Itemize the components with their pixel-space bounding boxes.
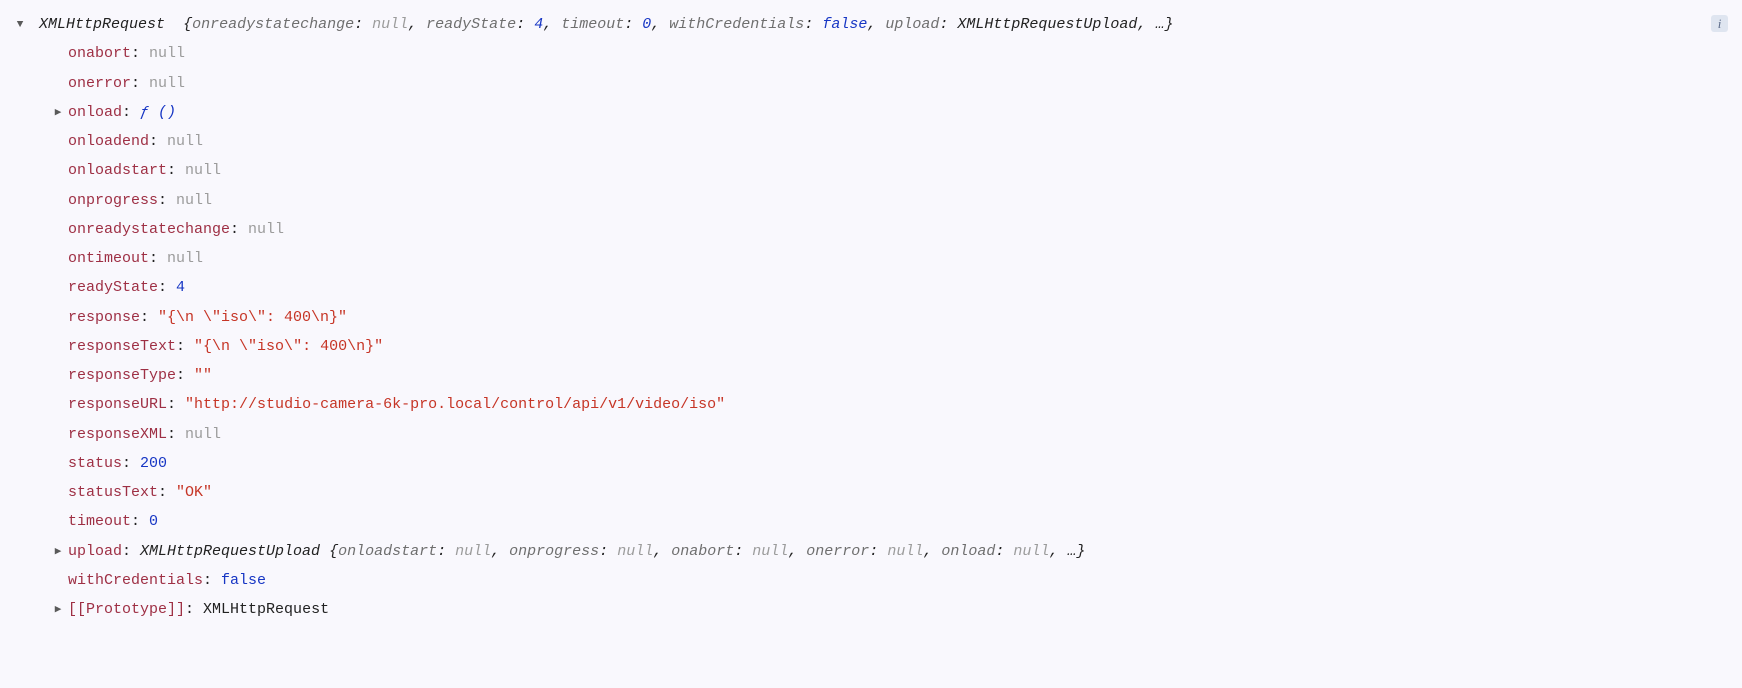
prop-onloadend[interactable]: onloadend: null (14, 127, 1728, 156)
object-header-row[interactable]: ▼ XMLHttpRequest {onreadystatechange: nu… (14, 10, 1728, 39)
prop-ontimeout[interactable]: ontimeout: null (14, 244, 1728, 273)
prop-key: ontimeout (68, 250, 149, 267)
prop-key: responseXML (68, 426, 167, 443)
prop-onload[interactable]: ▶onload: ƒ () (14, 98, 1728, 127)
prop-value: "{\n \"iso\": 400\n}" (158, 309, 347, 326)
prop-value: false (221, 572, 266, 589)
prop-value: null (176, 192, 212, 209)
prop-key: timeout (68, 513, 131, 530)
object-preview: {onreadystatechange: null, readyState: 4… (174, 16, 1173, 33)
prop-timeout[interactable]: timeout: 0 (14, 507, 1728, 536)
prop-value: "http://studio-camera-6k-pro.local/contr… (185, 396, 725, 413)
prop-value: "" (194, 367, 212, 384)
prop-onabort[interactable]: onabort: null (14, 39, 1728, 68)
prop-key: upload (68, 543, 122, 560)
prop-value: ƒ () (140, 104, 176, 121)
prop-value: 4 (176, 279, 185, 296)
prop-value: null (185, 426, 221, 443)
prop-onprogress[interactable]: onprogress: null (14, 186, 1728, 215)
prop-value: "OK" (176, 484, 212, 501)
prop-key: onload (68, 104, 122, 121)
prop-key: onabort (68, 45, 131, 62)
prop-status[interactable]: status: 200 (14, 449, 1728, 478)
prop-value: null (167, 250, 203, 267)
object-preview: XMLHttpRequestUpload {onloadstart: null,… (140, 543, 1085, 560)
prop-key: onloadend (68, 133, 149, 150)
prop-key: [[Prototype]] (68, 601, 185, 618)
prop-onerror[interactable]: onerror: null (14, 69, 1728, 98)
prop-onreadystatechange[interactable]: onreadystatechange: null (14, 215, 1728, 244)
prop-readystate[interactable]: readyState: 4 (14, 273, 1728, 302)
object-class-name: XMLHttpRequest (39, 16, 165, 33)
prop-value: XMLHttpRequest (203, 601, 329, 618)
prop-prototype[interactable]: ▶[[Prototype]]: XMLHttpRequest (14, 595, 1728, 624)
prop-key: status (68, 455, 122, 472)
prop-value: null (149, 45, 185, 62)
expand-toggle-icon[interactable]: ▼ (14, 15, 26, 36)
prop-value: null (248, 221, 284, 238)
info-icon[interactable]: i (1711, 15, 1728, 32)
prop-responsetype[interactable]: responseType: "" (14, 361, 1728, 390)
prop-key: responseText (68, 338, 176, 355)
prop-responsetext[interactable]: responseText: "{\n \"iso\": 400\n}" (14, 332, 1728, 361)
prop-key: statusText (68, 484, 158, 501)
prop-responsexml[interactable]: responseXML: null (14, 420, 1728, 449)
prop-key: onprogress (68, 192, 158, 209)
prop-statustext[interactable]: statusText: "OK" (14, 478, 1728, 507)
prop-key: readyState (68, 279, 158, 296)
prop-upload[interactable]: ▶upload: XMLHttpRequestUpload {onloadsta… (14, 537, 1728, 566)
prop-key: response (68, 309, 140, 326)
prop-value: "{\n \"iso\": 400\n}" (194, 338, 383, 355)
prop-key: onerror (68, 75, 131, 92)
prop-key: responseURL (68, 396, 167, 413)
expand-toggle-icon[interactable]: ▶ (52, 103, 64, 124)
prop-key: onreadystatechange (68, 221, 230, 238)
expand-toggle-icon[interactable]: ▶ (52, 542, 64, 563)
prop-responseurl[interactable]: responseURL: "http://studio-camera-6k-pr… (14, 390, 1728, 419)
prop-key: onloadstart (68, 162, 167, 179)
prop-value: null (167, 133, 203, 150)
expand-toggle-icon[interactable]: ▶ (52, 600, 64, 621)
prop-key: responseType (68, 367, 176, 384)
prop-response[interactable]: response: "{\n \"iso\": 400\n}" (14, 303, 1728, 332)
prop-value: 200 (140, 455, 167, 472)
prop-value: null (149, 75, 185, 92)
prop-value: null (185, 162, 221, 179)
prop-value: 0 (149, 513, 158, 530)
prop-key: withCredentials (68, 572, 203, 589)
prop-withcredentials[interactable]: withCredentials: false (14, 566, 1728, 595)
prop-onloadstart[interactable]: onloadstart: null (14, 156, 1728, 185)
